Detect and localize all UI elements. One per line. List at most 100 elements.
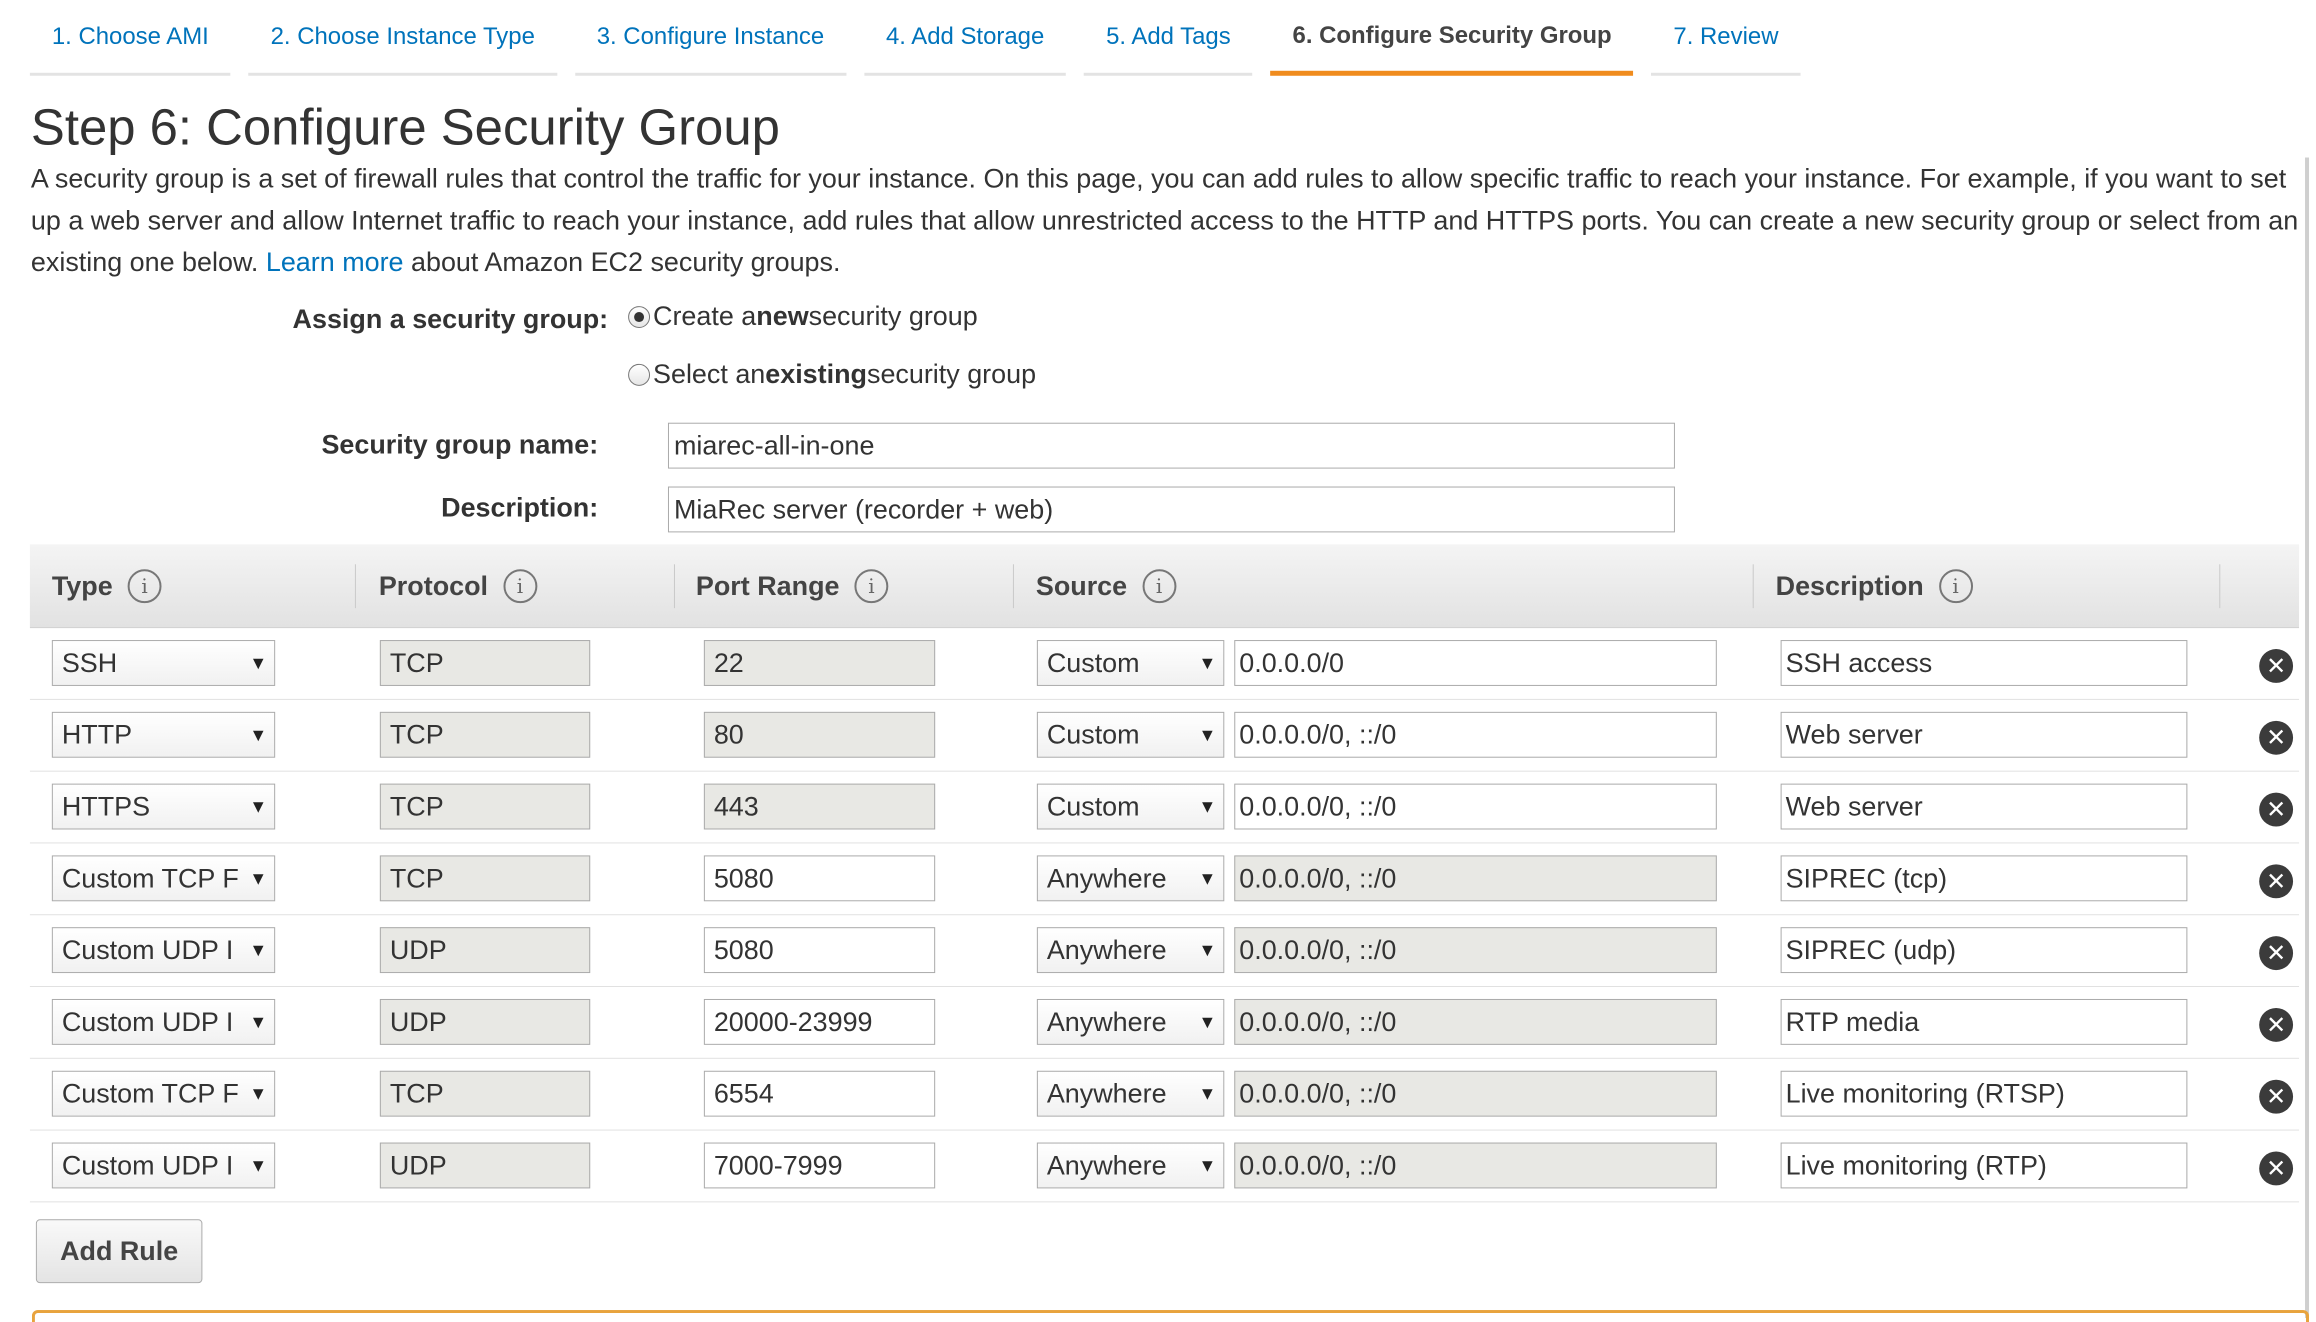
rule-source-cidr-value: 0.0.0.0/0, ::/0 [1239, 791, 1397, 822]
rule-type-select[interactable]: Custom TCP F ▼ [51, 855, 276, 902]
rule-protocol-field: UDP [379, 1142, 591, 1189]
rule-type-value: HTTPS [61, 791, 151, 822]
rule-source-select[interactable]: Custom ▼ [1036, 711, 1225, 758]
radio-select-existing-bold: existing [765, 358, 867, 389]
rule-port-range-input[interactable]: 7000-7999 [703, 1142, 936, 1189]
rule-source-select[interactable]: Anywhere ▼ [1036, 1142, 1225, 1189]
table-row: Custom UDP I ▼ UDP 5080 Anywhere ▼ 0.0.0.0/0, … [29, 915, 2300, 988]
radio-select-existing-button[interactable] [628, 363, 651, 386]
tab-configure-security-group[interactable]: 6. Configure Security Group [1270, 0, 1634, 76]
rule-port-range-input[interactable]: 5080 [703, 855, 936, 902]
info-icon[interactable]: i [127, 569, 162, 604]
remove-rule-icon[interactable]: ✕ [2259, 1007, 2294, 1042]
rule-description-value: RTP media [1785, 1006, 1920, 1037]
rule-type-value: HTTP [61, 719, 133, 750]
rule-type-select[interactable]: HTTP ▼ [51, 711, 276, 758]
rule-description-input[interactable]: SIPREC (udp) [1780, 927, 2188, 974]
tab-add-tags[interactable]: 5. Add Tags [1084, 0, 1253, 76]
rule-description-input[interactable]: Live monitoring (RTP) [1780, 1142, 2188, 1189]
header-divider [354, 564, 356, 609]
rule-source-cidr-input: 0.0.0.0/0, ::/0 [1234, 998, 1717, 1045]
page-title: Step 6: Configure Security Group [30, 98, 780, 156]
rule-protocol-value: UDP [389, 934, 447, 965]
rule-port-range-input[interactable]: 20000-23999 [703, 998, 936, 1045]
page-scrollbar[interactable] [2305, 157, 2310, 1319]
rule-protocol-field: TCP [379, 855, 591, 902]
remove-rule-icon[interactable]: ✕ [2259, 1079, 2294, 1114]
rule-description-input[interactable]: SIPREC (tcp) [1780, 855, 2188, 902]
remove-rule-icon[interactable]: ✕ [2259, 864, 2294, 899]
radio-select-existing-post: security group [866, 358, 1037, 389]
rule-description-input[interactable]: Web server [1780, 783, 2188, 830]
chevron-down-icon: ▼ [1198, 867, 1217, 888]
chevron-down-icon: ▼ [249, 796, 268, 817]
info-icon[interactable]: i [502, 569, 537, 604]
table-row: Custom TCP F ▼ TCP 6554 Anywhere ▼ 0.0.0.0/0, … [29, 1059, 2300, 1131]
chevron-down-icon: ▼ [1198, 724, 1217, 745]
tab-choose-ami[interactable]: 1. Choose AMI [29, 0, 231, 76]
remove-rule-icon[interactable]: ✕ [2259, 792, 2294, 827]
rule-description-value: SIPREC (tcp) [1785, 862, 1948, 893]
rule-source-cidr-input: 0.0.0.0/0, ::/0 [1234, 927, 1717, 974]
rule-source-select[interactable]: Anywhere ▼ [1036, 855, 1225, 902]
radio-create-new-button[interactable] [628, 305, 651, 328]
rule-description-input[interactable]: SSH access [1780, 640, 2188, 686]
table-row: Custom UDP I ▼ UDP 20000-23999 Anywhere ▼ 0.0.… [29, 987, 2300, 1059]
learn-more-link[interactable]: Learn more [266, 247, 404, 277]
radio-select-existing[interactable]: Select an existing security group [628, 359, 1036, 390]
rule-source-cidr-input: 0.0.0.0/0, ::/0 [1234, 1070, 1717, 1117]
rule-port-range-input[interactable]: 5080 [703, 927, 936, 974]
rule-port-range-input[interactable]: 6554 [703, 1070, 936, 1117]
rule-source-cidr-input: 0.0.0.0/0, ::/0 [1234, 1142, 1717, 1189]
rule-protocol-field: UDP [379, 998, 591, 1045]
rule-description-value: Web server [1785, 791, 1923, 822]
rule-type-select[interactable]: HTTPS ▼ [51, 783, 276, 830]
rule-description-input[interactable]: Live monitoring (RTSP) [1780, 1070, 2188, 1117]
remove-rule-icon[interactable]: ✕ [2259, 649, 2294, 683]
remove-rule-icon[interactable]: ✕ [2259, 936, 2294, 971]
rule-protocol-field: UDP [379, 927, 591, 974]
rule-source-select[interactable]: Custom ▼ [1036, 640, 1225, 686]
rule-type-value: SSH [61, 647, 118, 678]
tab-choose-instance-type[interactable]: 2. Choose Instance Type [248, 0, 557, 76]
rule-source-type-value: Anywhere [1046, 862, 1167, 893]
rule-source-select[interactable]: Custom ▼ [1036, 783, 1225, 830]
info-icon[interactable]: i [1938, 569, 1973, 604]
chevron-down-icon: ▼ [249, 939, 268, 960]
info-icon[interactable]: i [1142, 569, 1176, 604]
rule-type-select[interactable]: SSH ▼ [51, 640, 276, 686]
rule-description-input[interactable]: Web server [1780, 711, 2188, 758]
assign-group-label: Assign a security group: [292, 304, 609, 334]
rule-type-select[interactable]: Custom UDP I ▼ [51, 998, 276, 1045]
radio-create-new[interactable]: Create a new security group [628, 301, 978, 332]
add-rule-button[interactable]: Add Rule [35, 1219, 203, 1284]
rule-type-value: Custom UDP I [61, 1150, 234, 1180]
rule-source-type-value: Custom [1046, 791, 1140, 822]
remove-rule-icon[interactable]: ✕ [2259, 1151, 2294, 1186]
rule-type-select[interactable]: Custom TCP F ▼ [51, 1070, 276, 1117]
rules-table-body: SSH ▼ TCP 22 Custom ▼ 0.0.0.0/0 SSH access ✕ HTTP… [29, 628, 2300, 1203]
tab-review[interactable]: 7. Review [1651, 0, 1801, 76]
rule-source-select[interactable]: Anywhere ▼ [1036, 1070, 1225, 1117]
chevron-down-icon: ▼ [249, 1083, 268, 1104]
security-group-name-input[interactable] [667, 422, 1675, 469]
info-icon[interactable]: i [854, 569, 889, 604]
warning-panel [31, 1310, 2310, 1322]
header-source: Source i [1036, 544, 1176, 628]
tab-add-storage[interactable]: 4. Add Storage [864, 0, 1067, 76]
rule-type-select[interactable]: Custom UDP I ▼ [51, 927, 276, 974]
remove-rule-icon[interactable]: ✕ [2259, 720, 2294, 755]
rule-source-select[interactable]: Anywhere ▼ [1036, 998, 1225, 1045]
rule-source-cidr-input[interactable]: 0.0.0.0/0, ::/0 [1234, 783, 1717, 830]
description-input[interactable] [667, 486, 1675, 533]
rule-type-select[interactable]: Custom UDP I ▼ [51, 1142, 276, 1189]
chevron-down-icon: ▼ [249, 724, 268, 745]
rule-description-input[interactable]: RTP media [1780, 998, 2188, 1045]
rule-source-cidr-input[interactable]: 0.0.0.0/0 [1234, 640, 1717, 686]
rule-protocol-value: TCP [389, 719, 444, 750]
header-type-label: Type [51, 570, 113, 601]
rule-source-select[interactable]: Anywhere ▼ [1036, 927, 1225, 974]
rule-protocol-value: UDP [389, 1006, 447, 1037]
rule-source-cidr-input[interactable]: 0.0.0.0/0, ::/0 [1234, 711, 1717, 758]
tab-configure-instance[interactable]: 3. Configure Instance [574, 0, 847, 76]
